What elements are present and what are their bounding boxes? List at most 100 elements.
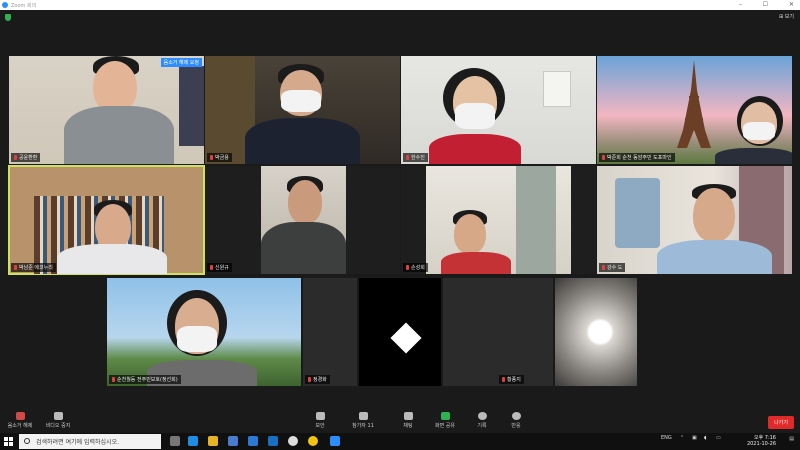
video-camera-icon bbox=[53, 412, 63, 420]
video-tile-5-active-speaker[interactable]: 박남준 에코누리 bbox=[8, 165, 205, 275]
meeting-toolbar: 음소거 해제 비디오 중지 보안 참가자 11 채팅 화면 공유 기록 반응 나… bbox=[0, 410, 800, 433]
taskbar-clock[interactable]: 오후 7:16 2021-10-26 bbox=[747, 435, 776, 447]
participants-button[interactable]: 참가자 11 bbox=[343, 412, 383, 429]
video-tile-13-light[interactable] bbox=[555, 278, 637, 386]
file-explorer-icon[interactable] bbox=[208, 436, 218, 446]
security-shield-icon[interactable] bbox=[5, 14, 11, 21]
eiffel-tower-background bbox=[677, 60, 711, 148]
face-mask bbox=[281, 90, 321, 112]
meeting-area: ⊞ 보기 음소거 해제 요청 공윤환환 박금용 한수진 박준희 순천 동암주민 … bbox=[0, 10, 800, 410]
muted-mic-icon bbox=[502, 377, 505, 382]
edge-icon[interactable] bbox=[188, 436, 198, 446]
video-tile-6[interactable]: 신원규 bbox=[205, 166, 400, 274]
hanging-clothes-background bbox=[615, 178, 660, 248]
chat-bubble-icon bbox=[403, 412, 413, 420]
face-mask bbox=[743, 122, 775, 140]
chat-button[interactable]: 채팅 bbox=[388, 412, 428, 429]
view-button[interactable]: ⊞ 보기 bbox=[779, 13, 794, 20]
video-tile-7[interactable]: 손성희 bbox=[401, 166, 596, 274]
participant-name-label: 한수진 bbox=[403, 153, 428, 162]
shield-icon bbox=[315, 412, 325, 420]
participant-body bbox=[429, 134, 521, 164]
participant-name-label: 황종지 bbox=[499, 375, 524, 384]
tray-network-icon[interactable]: ▣ bbox=[692, 435, 697, 441]
close-window-button[interactable]: ✕ bbox=[789, 1, 794, 8]
chrome-icon[interactable] bbox=[288, 436, 298, 446]
participant-body bbox=[657, 240, 772, 274]
participant-name-label: 순천월등 전주민보호(정선희) bbox=[109, 375, 181, 384]
store-icon[interactable] bbox=[228, 436, 238, 446]
muted-mic-icon bbox=[602, 155, 605, 160]
white-diamond-shape bbox=[390, 322, 422, 354]
tray-chevron-up-icon[interactable]: ⌃ bbox=[680, 435, 684, 441]
app-icon[interactable] bbox=[308, 436, 318, 446]
reactions-button[interactable]: 반응 bbox=[496, 412, 536, 429]
face-mask bbox=[455, 103, 495, 129]
video-tile-9[interactable]: 순천월등 전주민보호(정선희) bbox=[107, 278, 301, 386]
task-view-icon[interactable] bbox=[170, 436, 180, 446]
participant-name-label: 박남준 에코누리 bbox=[11, 263, 56, 272]
participant-name-label: 강수 도 bbox=[599, 263, 626, 272]
tray-volume-icon[interactable]: ◖ bbox=[704, 435, 707, 441]
stop-video-button[interactable]: 비디오 중지 bbox=[38, 412, 78, 429]
windows-taskbar: 검색하려면 여기에 입력하십시오. ENG ⌃ ▣ ◖ ▭ 오후 7:16 20… bbox=[0, 433, 800, 450]
participant-body bbox=[57, 244, 167, 274]
participant-body bbox=[64, 106, 174, 164]
record-icon bbox=[477, 412, 487, 420]
zoom-app-icon bbox=[2, 2, 8, 8]
zoom-taskbar-icon[interactable] bbox=[330, 436, 340, 446]
minimize-button[interactable]: – bbox=[739, 1, 742, 8]
video-tile-1[interactable]: 음소거 해제 요청 공윤환환 bbox=[9, 56, 204, 164]
muted-mic-icon bbox=[112, 377, 115, 382]
maximize-button[interactable]: ☐ bbox=[763, 1, 768, 8]
smiley-icon bbox=[511, 412, 521, 420]
muted-mic-icon bbox=[14, 155, 17, 160]
unmute-request-badge: 음소거 해제 요청 bbox=[160, 58, 202, 67]
participant-body bbox=[245, 118, 360, 164]
search-icon bbox=[24, 438, 30, 444]
participant-name-label: 박금용 bbox=[207, 153, 232, 162]
ie-icon[interactable] bbox=[268, 436, 278, 446]
participant-face bbox=[288, 180, 322, 224]
participant-name-label: 정경화 bbox=[305, 375, 330, 384]
muted-mic-icon bbox=[14, 265, 17, 270]
participant-name-label: 신원규 bbox=[207, 263, 232, 272]
muted-mic-icon bbox=[210, 155, 213, 160]
tray-language[interactable]: ENG bbox=[661, 435, 672, 441]
windows-start-icon[interactable] bbox=[4, 437, 13, 446]
mail-icon[interactable] bbox=[248, 436, 258, 446]
video-tile-8[interactable]: 강수 도 bbox=[597, 166, 792, 274]
security-button[interactable]: 보안 bbox=[300, 412, 340, 429]
muted-mic-icon bbox=[406, 155, 409, 160]
tray-battery-icon[interactable]: ▭ bbox=[716, 435, 721, 441]
mic-muted-icon bbox=[15, 412, 25, 420]
video-tile-4[interactable]: 박준희 순천 동암주민 도포마인 bbox=[597, 56, 792, 164]
face-mask bbox=[177, 326, 217, 352]
notification-icon[interactable]: ▤ bbox=[789, 436, 794, 442]
video-tile-12-video-off[interactable]: 황종지 bbox=[443, 278, 553, 386]
participant-body bbox=[441, 252, 511, 274]
video-tile-10-video-off[interactable]: 정경화 bbox=[303, 278, 357, 386]
people-icon bbox=[358, 412, 368, 420]
participant-name-label: 손성희 bbox=[403, 263, 428, 272]
participant-face bbox=[454, 214, 486, 254]
video-tile-11[interactable] bbox=[359, 278, 441, 386]
participant-body bbox=[261, 222, 346, 274]
video-tile-2[interactable]: 박금용 bbox=[205, 56, 400, 164]
participant-name-label: 박준희 순천 동암주민 도포마인 bbox=[599, 153, 675, 162]
video-tile-3[interactable]: 한수진 bbox=[401, 56, 596, 164]
window-title: Zoom 회의 bbox=[11, 3, 37, 9]
unmute-button[interactable]: 음소거 해제 bbox=[0, 412, 40, 429]
participant-name-label: 공윤환환 bbox=[11, 153, 41, 162]
participant-face bbox=[693, 188, 735, 242]
muted-mic-icon bbox=[602, 265, 605, 270]
muted-mic-icon bbox=[406, 265, 409, 270]
participant-body bbox=[715, 148, 792, 164]
share-screen-button[interactable]: 화면 공유 bbox=[425, 412, 465, 429]
muted-mic-icon bbox=[210, 265, 213, 270]
share-screen-icon bbox=[440, 412, 450, 420]
taskbar-search-box[interactable]: 검색하려면 여기에 입력하십시오. bbox=[19, 434, 161, 449]
window-titlebar: Zoom 회의 – ☐ ✕ bbox=[0, 0, 800, 10]
muted-mic-icon bbox=[308, 377, 311, 382]
leave-meeting-button[interactable]: 나가기 bbox=[768, 416, 794, 429]
